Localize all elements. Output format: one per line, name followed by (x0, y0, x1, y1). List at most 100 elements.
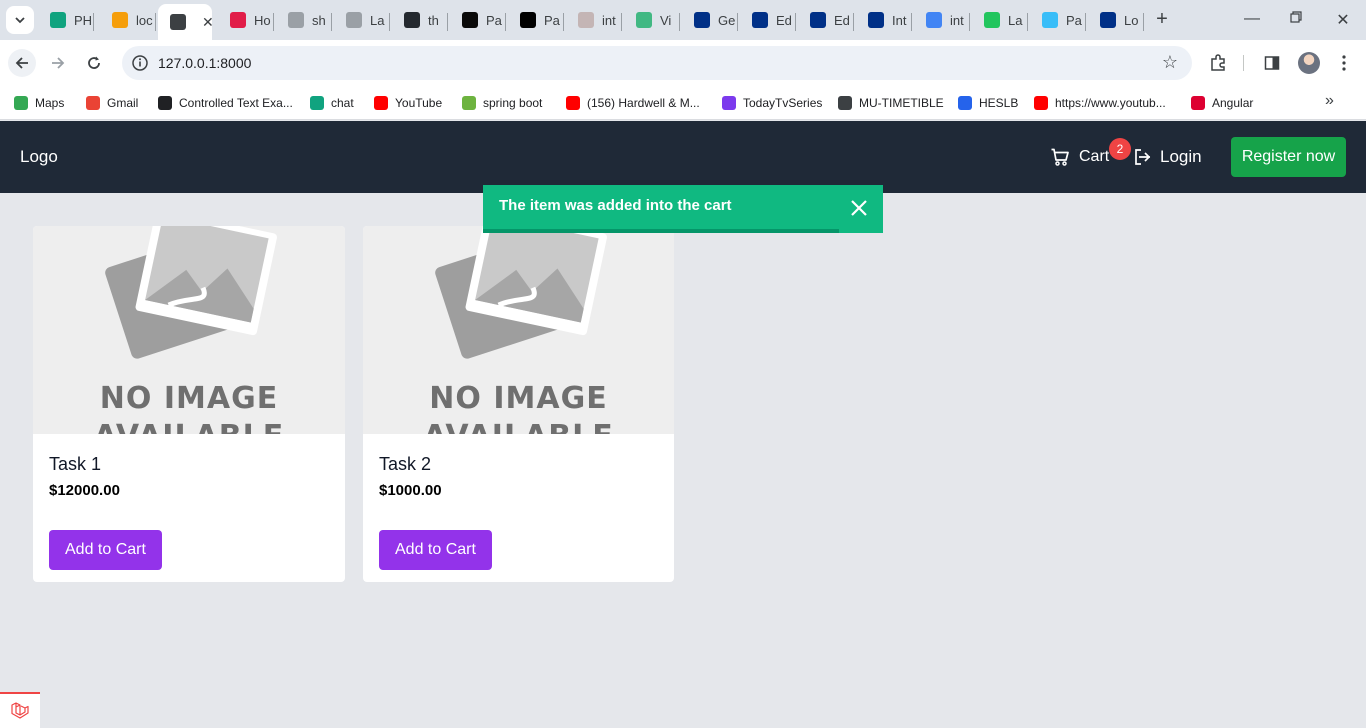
forward-button[interactable] (44, 49, 72, 77)
browser-tab[interactable]: Ge (682, 4, 738, 36)
bookmark-label: chat (331, 96, 354, 110)
tab-favicon-icon (694, 12, 710, 28)
browser-tab[interactable]: th (392, 4, 448, 36)
browser-tab[interactable]: Lo (1088, 4, 1144, 36)
laravel-icon (11, 702, 29, 719)
bookmark-item[interactable]: spring boot (462, 94, 542, 112)
tab-separator (1027, 13, 1028, 31)
browser-tab[interactable]: Int (856, 4, 912, 36)
bookmark-label: YouTube (395, 96, 443, 110)
tab-favicon-icon (50, 12, 66, 28)
site-logo[interactable]: Logo (20, 147, 58, 167)
add-to-cart-button[interactable]: Add to Cart (49, 530, 162, 570)
bookmark-item[interactable]: YouTube (374, 94, 442, 112)
login-link[interactable]: Login (1132, 147, 1202, 167)
site-info-icon[interactable] (130, 53, 150, 73)
cart-link[interactable]: Cart (1050, 147, 1109, 167)
browser-tab[interactable]: PH (38, 4, 94, 36)
bookmark-label: https://www.youtub... (1055, 96, 1166, 110)
browser-tab[interactable]: Pa (508, 4, 564, 36)
browser-tab[interactable]: Pa (450, 4, 506, 36)
register-button[interactable]: Register now (1231, 137, 1346, 177)
bookmark-item[interactable]: HESLB (958, 94, 1018, 112)
tab-title: Int (892, 12, 907, 28)
tab-separator (969, 13, 970, 31)
bookmark-label: HESLB (979, 96, 1019, 110)
login-icon (1135, 149, 1151, 165)
tab-favicon-icon (1042, 12, 1058, 28)
back-button[interactable] (8, 49, 36, 77)
tab-title: int (950, 12, 964, 28)
browser-tab[interactable]: int (566, 4, 622, 36)
bookmark-item[interactable]: chat (310, 94, 354, 112)
url-text: 127.0.0.1:8000 (158, 55, 252, 71)
close-icon[interactable] (849, 198, 869, 218)
bookmark-label: Gmail (107, 96, 139, 110)
bookmark-label: MU-TIMETIBLE (859, 96, 944, 110)
bookmark-item[interactable]: https://www.youtub... (1034, 94, 1166, 112)
close-window-icon[interactable]: ✕ (1333, 10, 1353, 30)
tab-favicon-icon (868, 12, 884, 28)
add-to-cart-button[interactable]: Add to Cart (379, 530, 492, 570)
tab-separator (563, 13, 564, 31)
tab-separator (447, 13, 448, 31)
tab-search-button[interactable] (6, 6, 34, 34)
browser-toolbar: 127.0.0.1:8000 ☆ (0, 40, 1366, 86)
bookmark-favicon-icon (566, 96, 580, 110)
address-bar[interactable]: 127.0.0.1:8000 ☆ (122, 46, 1192, 80)
browser-tab[interactable]: sh (276, 4, 332, 36)
bookmark-favicon-icon (158, 96, 172, 110)
bookmark-star-icon[interactable]: ☆ (1162, 52, 1178, 73)
debugbar-toggle[interactable] (0, 692, 40, 728)
bookmark-label: TodayTvSeries (743, 96, 823, 110)
tab-separator (795, 13, 796, 31)
browser-tab[interactable]: Ed (798, 4, 854, 36)
extensions-icon[interactable] (1206, 51, 1230, 75)
bookmark-label: Maps (35, 96, 65, 110)
tab-favicon-icon (520, 12, 536, 28)
tab-separator (621, 13, 622, 31)
more-menu-icon[interactable] (1332, 51, 1356, 75)
tab-favicon-icon (1100, 12, 1116, 28)
bookmark-favicon-icon (838, 96, 852, 110)
app-navbar: Logo Cart Login (0, 121, 1366, 193)
bookmark-favicon-icon (374, 96, 388, 110)
bookmark-item[interactable]: TodayTvSeries (722, 94, 822, 112)
tab-separator (93, 13, 94, 31)
tab-favicon-icon (752, 12, 768, 28)
bookmark-favicon-icon (86, 96, 100, 110)
bookmark-item[interactable]: Maps (14, 94, 64, 112)
tab-separator (1085, 13, 1086, 31)
close-tab-icon[interactable]: ✕ (202, 14, 212, 31)
tab-title: La (370, 12, 385, 28)
no-image-placeholder: NO IMAGE AVAILABLE (363, 226, 674, 434)
bookmark-item[interactable]: Gmail (86, 94, 138, 112)
new-tab-button[interactable]: + (1150, 8, 1174, 32)
browser-tab[interactable]: La (972, 4, 1028, 36)
no-image-line-2: AVAILABLE (363, 419, 674, 434)
browser-tab[interactable]: Ho (218, 4, 274, 36)
tab-separator (273, 13, 274, 31)
browser-tab[interactable]: Ed (740, 4, 796, 36)
cart-icon (1051, 148, 1069, 166)
bookmark-item[interactable]: Angular (1191, 94, 1253, 112)
product-name: Task 2 (379, 454, 432, 474)
browser-tab[interactable]: loc (100, 4, 156, 36)
bookmark-item[interactable]: Controlled Text Exa... (158, 94, 293, 112)
bookmark-label: Angular (1212, 96, 1254, 110)
tab-favicon-icon (926, 12, 942, 28)
restore-icon[interactable] (1286, 10, 1306, 28)
minimize-icon[interactable]: — (1242, 10, 1262, 28)
more-bookmarks-icon[interactable]: » (1325, 92, 1334, 110)
browser-tab[interactable]: int (914, 4, 970, 36)
bookmark-item[interactable]: MU-TIMETIBLE (838, 94, 944, 112)
browser-tab[interactable]: La (334, 4, 390, 36)
reload-button[interactable] (80, 49, 108, 77)
browser-tab[interactable]: Pa (1030, 4, 1086, 36)
side-panel-icon[interactable] (1260, 51, 1284, 75)
profile-avatar[interactable] (1298, 52, 1320, 74)
browser-tab-active[interactable]: ✕ (158, 4, 212, 40)
no-image-line-1: NO IMAGE (99, 381, 279, 416)
browser-tab[interactable]: Vi (624, 4, 680, 36)
bookmark-item[interactable]: (156) Hardwell & M... (566, 94, 700, 112)
